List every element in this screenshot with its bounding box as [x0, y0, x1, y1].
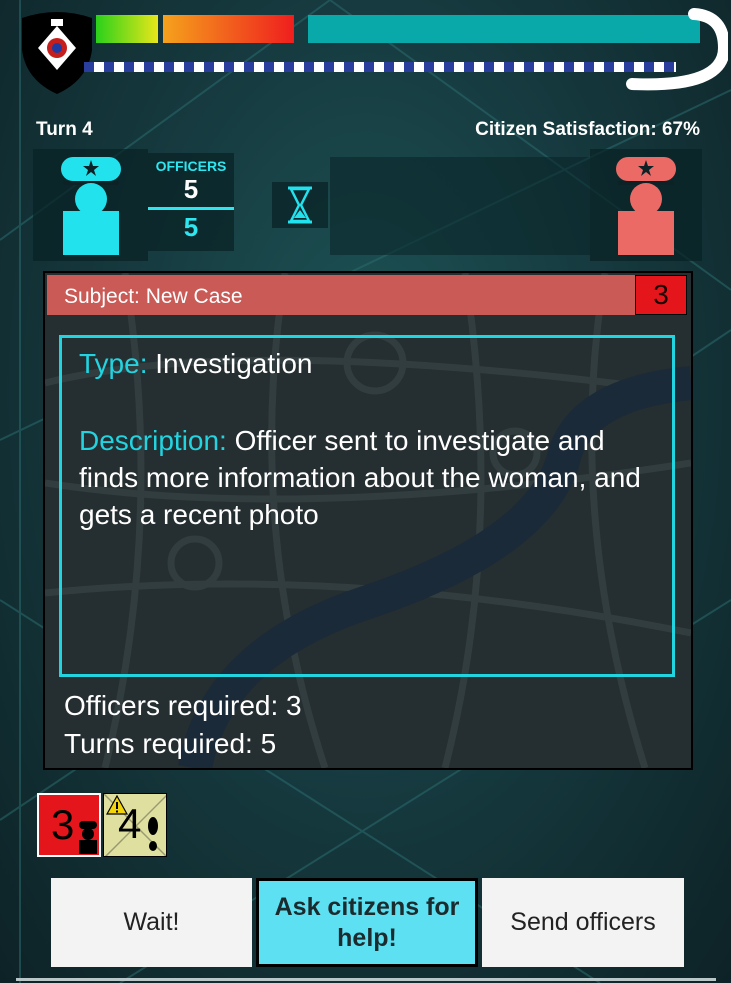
officer-requirement-chip: 3 [37, 793, 101, 857]
case-type-key: Type: [79, 348, 148, 379]
police-checker-strip [84, 62, 676, 72]
police-officer-icon [79, 821, 97, 854]
officers-title: OFFICERS [155, 158, 227, 174]
officers-available: 5 [183, 174, 199, 204]
chip-number: 3 [51, 801, 75, 848]
citizen-satisfaction: Citizen Satisfaction: 67% [475, 119, 700, 140]
case-description-key: Description: [79, 425, 227, 456]
officers-total: 5 [183, 212, 199, 242]
turns-requirement-chip: 4 [103, 793, 167, 857]
case-priority-badge: 3 [635, 275, 687, 315]
case-subject: Subject: New Case [64, 285, 243, 308]
officers-required: Officers required: 3 [64, 690, 302, 721]
hourglass-button[interactable] [272, 182, 328, 228]
hourglass-icon [288, 186, 312, 224]
turn-label: Turn 4 [36, 119, 93, 140]
opponent-strip [330, 157, 590, 255]
officer-portrait-opponent [590, 149, 702, 261]
health-bar-warning [163, 15, 294, 43]
bottom-divider [16, 978, 716, 981]
case-header: Subject: New Case [47, 275, 635, 315]
police-badge-icon [22, 12, 92, 94]
footprints-icon [148, 817, 158, 851]
wait-button[interactable]: Wait! [51, 878, 252, 967]
officers-divider [148, 207, 234, 210]
police-officer-icon [61, 157, 121, 255]
police-officer-icon [616, 157, 676, 255]
chip-number: 4 [118, 800, 142, 847]
case-type-value: Investigation [147, 348, 313, 379]
case-description: Description: Officer sent to investigate… [79, 422, 659, 533]
ask-citizens-button[interactable]: Ask citizens for help! [256, 878, 478, 967]
case-details-box: Type: Investigation Description: Officer… [59, 335, 675, 677]
health-bar-good [96, 15, 158, 43]
phone-cord-icon [626, 8, 728, 91]
case-card: Subject: New Case 3 Type: Investigation … [43, 271, 693, 770]
turns-required: Turns required: 5 [64, 728, 277, 759]
officer-portrait-friendly [33, 149, 148, 261]
officers-counter: OFFICERS 5 5 [148, 153, 234, 251]
case-type: Type: Investigation [79, 348, 312, 380]
send-officers-button[interactable]: Send officers [482, 878, 684, 967]
